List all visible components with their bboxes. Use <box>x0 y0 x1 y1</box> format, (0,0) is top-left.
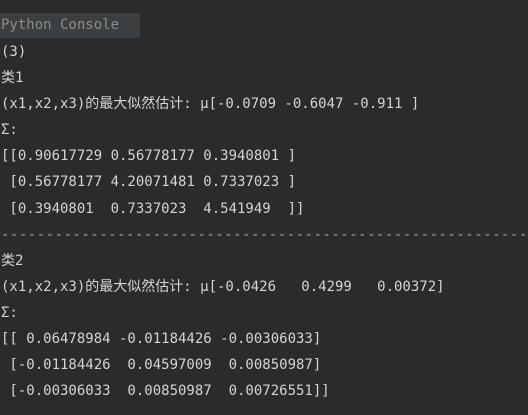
console-line-class2-matrix-row3: [-0.00306033 0.00850987 0.00726551]] <box>1 383 330 400</box>
console-line-class2-matrix-row1: [[ 0.06478984 -0.01184426 -0.00306033] <box>1 331 322 348</box>
console-line-class1-label: 类1 <box>1 70 24 87</box>
python-console-window: Python Console (3) 类1 (x1,x2,x3)的最大似然估计:… <box>0 0 528 415</box>
console-line-class2-matrix-row2: [-0.01184426 0.04597009 0.00850987] <box>1 357 322 374</box>
console-line-class1-matrix-row2: [0.56778177 4.20071481 0.7337023 ] <box>1 174 297 191</box>
console-line-class1-mu: (x1,x2,x3)的最大似然估计: μ[-0.0709 -0.6047 -0.… <box>1 96 420 113</box>
console-line-class2-mu: (x1,x2,x3)的最大似然估计: μ[-0.0426 0.4299 0.00… <box>1 278 445 295</box>
console-output: (3) 类1 (x1,x2,x3)的最大似然估计: μ[-0.0709 -0.6… <box>0 39 528 404</box>
console-tab-title[interactable]: Python Console <box>0 13 140 38</box>
console-line-class2-label: 类2 <box>1 252 24 269</box>
console-line-part-header: (3) <box>1 44 27 60</box>
console-line-class1-matrix-row1: [[0.90617729 0.56778177 0.3940801 ] <box>1 148 297 165</box>
console-line-separator: ----------------------------------------… <box>1 226 528 243</box>
console-line-class1-sigma-label: Σ: <box>1 122 18 139</box>
console-line-class1-matrix-row3: [0.3940801 0.7337023 4.541949 ]] <box>1 200 305 217</box>
console-line-class2-sigma-label: Σ: <box>1 304 18 321</box>
